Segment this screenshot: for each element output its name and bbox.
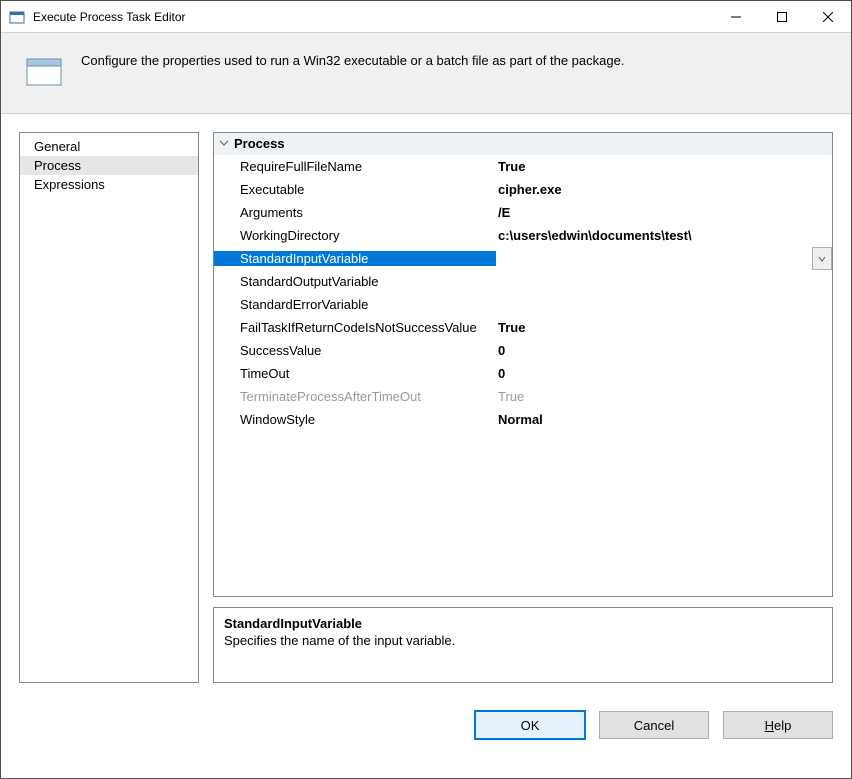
right-panel: Process RequireFullFileName True Executa…	[213, 132, 833, 683]
titlebar: Execute Process Task Editor	[1, 1, 851, 33]
prop-name: StandardErrorVariable	[214, 297, 496, 312]
property-grid: Process RequireFullFileName True Executa…	[213, 132, 833, 597]
prop-require-full-file-name[interactable]: RequireFullFileName True	[214, 155, 832, 178]
prop-value[interactable]: 0	[496, 343, 832, 358]
prop-value[interactable]: True	[496, 159, 832, 174]
category-expressions[interactable]: Expressions	[20, 175, 198, 194]
prop-fail-task-if-return-code[interactable]: FailTaskIfReturnCodeIsNotSuccessValue Tr…	[214, 316, 832, 339]
prop-value[interactable]: Normal	[496, 412, 832, 427]
task-icon	[25, 51, 63, 89]
property-grid-body: RequireFullFileName True Executable ciph…	[214, 155, 832, 596]
prop-name: Arguments	[214, 205, 496, 220]
maximize-button[interactable]	[759, 1, 805, 32]
prop-terminate-process-after-time-out: TerminateProcessAfterTimeOut True	[214, 385, 832, 408]
help-body: Specifies the name of the input variable…	[224, 633, 822, 648]
help-mnemonic: H	[765, 718, 774, 733]
prop-window-style[interactable]: WindowStyle Normal	[214, 408, 832, 431]
prop-name: WindowStyle	[214, 412, 496, 427]
category-process[interactable]: Process	[20, 156, 198, 175]
app-icon	[9, 9, 25, 25]
prop-name: StandardInputVariable	[214, 251, 496, 266]
chevron-down-icon[interactable]	[214, 136, 234, 151]
prop-name: FailTaskIfReturnCodeIsNotSuccessValue	[214, 320, 496, 335]
prop-name: TimeOut	[214, 366, 496, 381]
prop-value: True	[496, 389, 832, 404]
button-bar: OK Cancel Help	[1, 701, 851, 763]
help-button[interactable]: Help	[723, 711, 833, 739]
category-general[interactable]: General	[20, 137, 198, 156]
prop-name: RequireFullFileName	[214, 159, 496, 174]
help-title: StandardInputVariable	[224, 616, 822, 631]
prop-standard-output-variable[interactable]: StandardOutputVariable	[214, 270, 832, 293]
prop-name: Executable	[214, 182, 496, 197]
window-controls	[713, 1, 851, 32]
prop-time-out[interactable]: TimeOut 0	[214, 362, 832, 385]
prop-standard-error-variable[interactable]: StandardErrorVariable	[214, 293, 832, 316]
property-group-label: Process	[234, 136, 285, 151]
prop-executable[interactable]: Executable cipher.exe	[214, 178, 832, 201]
prop-working-directory[interactable]: WorkingDirectory c:\users\edwin\document…	[214, 224, 832, 247]
help-rest: elp	[774, 718, 791, 733]
prop-standard-input-variable[interactable]: StandardInputVariable	[214, 247, 832, 270]
content-area: General Process Expressions Process Requ…	[1, 114, 851, 701]
property-help-panel: StandardInputVariable Specifies the name…	[213, 607, 833, 683]
description-text: Configure the properties used to run a W…	[81, 51, 624, 68]
cancel-button[interactable]: Cancel	[599, 711, 709, 739]
prop-name: WorkingDirectory	[214, 228, 496, 243]
close-button[interactable]	[805, 1, 851, 32]
prop-value[interactable]: /E	[496, 205, 832, 220]
description-band: Configure the properties used to run a W…	[1, 33, 851, 114]
property-group-header[interactable]: Process	[214, 133, 832, 155]
prop-value[interactable]: 0	[496, 366, 832, 381]
dropdown-button[interactable]	[812, 247, 832, 270]
prop-name: SuccessValue	[214, 343, 496, 358]
window-title: Execute Process Task Editor	[33, 10, 713, 24]
category-list: General Process Expressions	[19, 132, 199, 683]
prop-value[interactable]: cipher.exe	[496, 182, 832, 197]
prop-name: TerminateProcessAfterTimeOut	[214, 389, 496, 404]
prop-success-value[interactable]: SuccessValue 0	[214, 339, 832, 362]
prop-value[interactable]: c:\users\edwin\documents\test\	[496, 228, 832, 243]
prop-arguments[interactable]: Arguments /E	[214, 201, 832, 224]
ok-button[interactable]: OK	[475, 711, 585, 739]
prop-name: StandardOutputVariable	[214, 274, 496, 289]
minimize-button[interactable]	[713, 1, 759, 32]
prop-value[interactable]: True	[496, 320, 832, 335]
